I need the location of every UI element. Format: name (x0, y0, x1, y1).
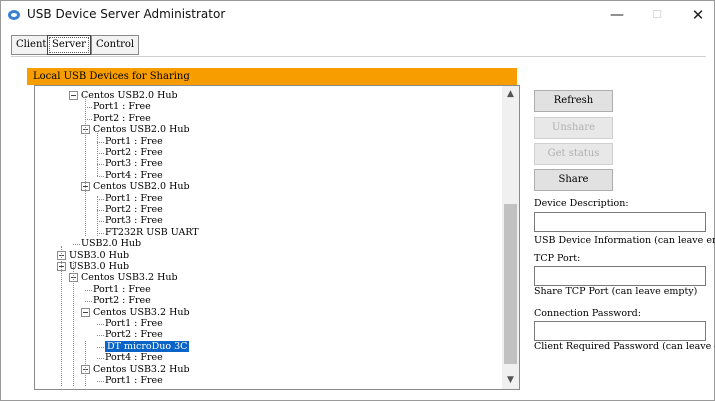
scroll-thumb[interactable] (504, 204, 517, 364)
tab-client[interactable]: Client (11, 35, 52, 55)
tree-node[interactable]: USB3.0 Hub (69, 261, 129, 272)
tree-connector (85, 118, 92, 120)
refresh-button[interactable]: Refresh (534, 90, 613, 112)
tab-server[interactable]: Server (47, 35, 91, 55)
collapse-toggle-icon[interactable] (81, 307, 90, 317)
tree-node[interactable]: Centos USB3.2 Hub (93, 364, 190, 375)
tree-node[interactable]: Port2 : Free (105, 329, 163, 340)
tcp-port-hint: Share TCP Port (can leave empty) (534, 286, 698, 297)
tree-guide-line (85, 341, 86, 386)
password-hint: Client Required Password (can leave empt… (534, 341, 715, 352)
tree-node[interactable]: Centos USB3.2 Hub (81, 272, 178, 283)
device-description-label: Device Description: (534, 198, 629, 209)
tree-guide-line (85, 96, 86, 236)
tree-connector (97, 141, 104, 143)
tree-node[interactable]: Centos USB2.0 Hub (93, 181, 190, 192)
devices-header: Local USB Devices for Sharing (27, 68, 517, 85)
collapse-toggle-icon[interactable] (69, 91, 78, 100)
tree-guide-line (61, 246, 62, 386)
tree-connector (97, 164, 104, 166)
tree-connector (97, 175, 104, 177)
tree-guide-line (97, 131, 98, 176)
tree-node[interactable]: FT232R USB UART (105, 227, 199, 238)
tree-node[interactable]: Port1 : Free (105, 318, 163, 329)
app-window: USB Device Server Administrator — ☐ ✕ Cl… (0, 0, 715, 401)
tree-connector (97, 381, 104, 382)
tcp-port-field[interactable] (534, 266, 706, 286)
tree-connector (85, 301, 92, 303)
window-title: USB Device Server Administrator (27, 7, 226, 21)
minimize-button[interactable]: — (598, 1, 636, 29)
tree-node[interactable]: Centos USB2.0 Hub (93, 124, 190, 135)
device-tree-content: Centos USB2.0 Hub Port1 : Free Port2 : Fre… (35, 86, 502, 389)
scroll-down-icon[interactable]: ▼ (502, 372, 519, 389)
tree-guide-line (73, 261, 74, 386)
tree-node[interactable]: USB3.0 Hub (69, 250, 129, 261)
device-description-hint: USB Device Information (can leave empty) (534, 235, 715, 246)
tree-connector (97, 153, 104, 154)
tcp-port-label: TCP Port: (534, 253, 581, 264)
password-label: Connection Password: (534, 308, 641, 319)
tree-scrollbar[interactable]: ▲ ▼ (502, 86, 519, 389)
tree-node[interactable]: Port2 : Free (93, 113, 151, 124)
device-description-field[interactable] (534, 212, 706, 232)
tree-node[interactable]: Port4 : Free (105, 170, 163, 181)
tree-node[interactable]: Port1 : Free (105, 193, 163, 204)
unshare-button[interactable]: Unshare (534, 117, 613, 139)
tree-connector (97, 324, 104, 325)
tree-node-selected[interactable]: DT microDuo 3C (105, 340, 190, 352)
devices-header-label: Local USB Devices for Sharing (33, 71, 190, 82)
tree-connector (97, 346, 104, 348)
tree-connector (97, 221, 104, 223)
tree-node[interactable]: Port1 : Free (105, 375, 163, 386)
tree-node[interactable]: Centos USB3.2 Hub (93, 307, 190, 318)
tree-node[interactable]: Port3 : Free (105, 158, 163, 169)
tree-connector (97, 335, 104, 337)
password-field[interactable] (534, 321, 706, 341)
tree-node[interactable]: Port2 : Free (105, 147, 163, 158)
tree-node[interactable]: Centos USB2.0 Hub (81, 90, 178, 101)
tab-control[interactable]: Control (91, 35, 140, 55)
tree-connector (85, 107, 92, 109)
tree-node[interactable]: Port1 : Free (93, 284, 151, 295)
tree-node[interactable]: Port3 : Free (105, 215, 163, 226)
tree-node[interactable]: Port1 : Free (105, 136, 163, 147)
scroll-up-icon[interactable]: ▲ (502, 86, 519, 103)
tree-connector (85, 289, 92, 291)
tree-node[interactable]: Port1 : Free (93, 101, 151, 112)
device-tree[interactable]: Centos USB2.0 Hub Port1 : Free Port2 : Fre… (34, 85, 520, 390)
title-bar[interactable]: USB Device Server Administrator — ☐ ✕ (1, 1, 714, 29)
tree-connector (73, 244, 80, 246)
maximize-button[interactable]: ☐ (638, 1, 676, 29)
tree-connector (97, 210, 104, 211)
network-device-icon (8, 10, 20, 20)
tree-node[interactable]: Port2 : Free (93, 295, 151, 306)
tree-node[interactable]: Port4 : Free (105, 352, 163, 363)
tree-node[interactable]: USB2.0 Hub (81, 238, 141, 249)
close-button[interactable]: ✕ (679, 1, 715, 29)
share-button[interactable]: Share (534, 169, 613, 191)
get-status-button[interactable]: Get status (534, 143, 613, 165)
tree-connector (97, 358, 104, 360)
tree-node[interactable]: Port2 : Free (105, 204, 163, 215)
tree-connector (97, 198, 104, 200)
tree-guide-line (97, 196, 98, 236)
tree-connector (97, 232, 104, 234)
